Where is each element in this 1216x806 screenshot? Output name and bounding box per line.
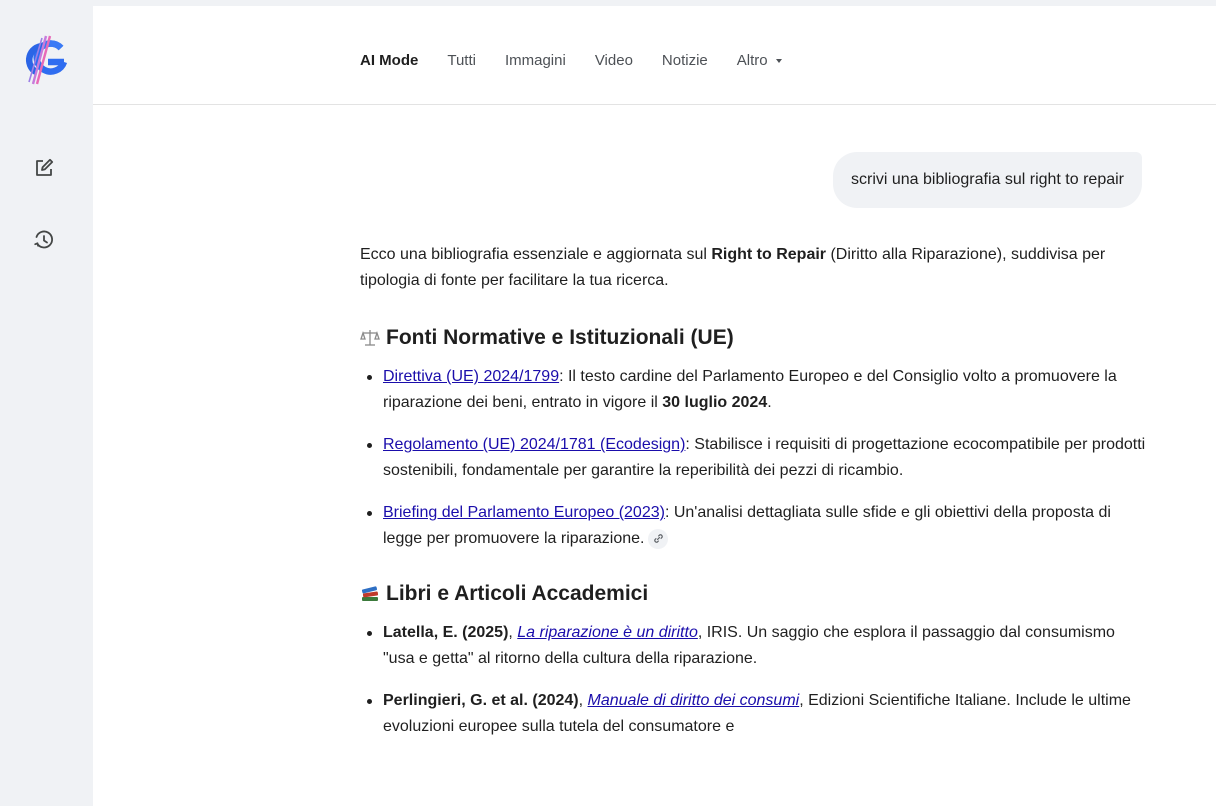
dropdown-caret-icon bbox=[775, 59, 782, 63]
list-item: Briefing del Parlamento Europeo (2023): … bbox=[360, 500, 1150, 552]
source-link[interactable]: Briefing del Parlamento Europeo (2023) bbox=[383, 504, 665, 521]
intro-bold: Right to Repair bbox=[711, 246, 827, 263]
source-link[interactable]: La riparazione è un diritto bbox=[517, 624, 698, 641]
books-emoji-icon bbox=[360, 585, 380, 603]
tab-notizie[interactable]: Notizie bbox=[662, 52, 708, 69]
section-heading-libri: Libri e Articoli Accademici bbox=[360, 580, 1150, 608]
new-chat-button[interactable] bbox=[28, 152, 60, 184]
list-item: Perlingieri, G. et al. (2024), Manuale d… bbox=[360, 688, 1150, 740]
user-query-text: scrivi una bibliografia sul right to rep… bbox=[850, 171, 1124, 188]
tab-immagini[interactable]: Immagini bbox=[505, 52, 566, 69]
section-heading-normative: Fonti Normative e Istituzionali (UE) bbox=[360, 324, 1150, 352]
google-g-logo-icon[interactable] bbox=[24, 32, 70, 92]
item-bold: 30 luglio 2024 bbox=[662, 394, 768, 411]
list-item: Regolamento (UE) 2024/1781 (Ecodesign): … bbox=[360, 432, 1150, 484]
list-item: Latella, E. (2025), La riparazione è un … bbox=[360, 620, 1150, 672]
intro-text: Ecco una bibliografia essenziale e aggio… bbox=[360, 246, 712, 263]
item-sep: , bbox=[578, 692, 588, 709]
new-chat-icon bbox=[36, 158, 54, 176]
link-icon bbox=[654, 534, 663, 544]
libri-list: Latella, E. (2025), La riparazione è un … bbox=[360, 620, 1150, 740]
sidebar bbox=[0, 6, 93, 806]
history-icon bbox=[34, 230, 53, 249]
normative-list: Direttiva (UE) 2024/1799: Il testo cardi… bbox=[360, 364, 1150, 552]
source-link[interactable]: Direttiva (UE) 2024/1799 bbox=[383, 368, 559, 385]
tab-altro-label: Altro bbox=[736, 52, 768, 69]
source-link[interactable]: Regolamento (UE) 2024/1781 (Ecodesign) bbox=[383, 436, 685, 453]
search-tabs: AI Mode Tutti Immagini Video Notizie Alt… bbox=[360, 52, 811, 69]
user-query-bubble: scrivi una bibliografia sul right to rep… bbox=[832, 152, 1142, 208]
top-nav: AI Mode Tutti Immagini Video Notizie Alt… bbox=[93, 6, 1216, 105]
item-text-end: . bbox=[767, 394, 772, 411]
link-chip[interactable] bbox=[648, 528, 669, 549]
answer-intro: Ecco una bibliografia essenziale e aggio… bbox=[360, 242, 1150, 294]
item-author: Latella, E. (2025) bbox=[383, 624, 509, 641]
section-heading-normative-label: Fonti Normative e Istituzionali (UE) bbox=[386, 326, 734, 349]
scales-emoji-icon bbox=[360, 328, 380, 348]
section-heading-libri-label: Libri e Articoli Accademici bbox=[386, 582, 649, 605]
ai-answer: Ecco una bibliografia essenziale e aggio… bbox=[360, 242, 1150, 740]
tab-altro[interactable]: Altro bbox=[737, 52, 782, 69]
item-sep: , bbox=[508, 624, 518, 641]
history-button[interactable] bbox=[28, 224, 60, 256]
list-item: Direttiva (UE) 2024/1799: Il testo cardi… bbox=[360, 364, 1150, 416]
tab-video[interactable]: Video bbox=[595, 52, 633, 69]
tab-tutti[interactable]: Tutti bbox=[447, 52, 476, 69]
tab-ai-mode[interactable]: AI Mode bbox=[360, 52, 418, 69]
source-link[interactable]: Manuale di diritto dei consumi bbox=[588, 692, 800, 709]
item-author: Perlingieri, G. et al. (2024) bbox=[383, 692, 579, 709]
